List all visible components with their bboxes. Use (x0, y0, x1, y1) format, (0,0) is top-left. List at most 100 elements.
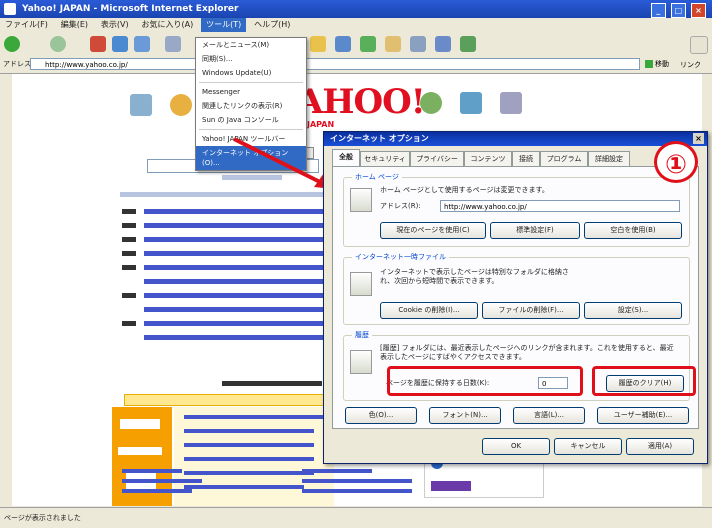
tools-menu-item[interactable]: 同期(S)... (196, 52, 306, 66)
windows-flag-icon (690, 36, 708, 54)
tab-general[interactable]: 全般 (332, 149, 360, 167)
temp-files-desc: インターネットで表示したページは特別なフォルダに格納され、次回から短時間で表示で… (380, 268, 569, 285)
link-row[interactable] (122, 302, 327, 316)
history-group-title: 履歴 (352, 330, 372, 340)
colors-button[interactable]: 色(O)... (345, 407, 417, 424)
cancel-button[interactable]: キャンセル (554, 438, 622, 455)
links-label[interactable]: リンク (680, 60, 701, 70)
home-page-icon (350, 188, 372, 212)
tools-menu-item[interactable]: 関連したリンクの表示(R) (196, 99, 306, 113)
home-address-field[interactable]: http://www.yahoo.co.jp/ (440, 200, 680, 212)
promo-tab-bar (124, 394, 336, 406)
tab-security[interactable]: セキュリティ (360, 151, 410, 167)
home-page-group: ホーム ページ ホーム ページとして使用するページは変更できます。 アドレス(R… (343, 172, 690, 247)
search-icon[interactable] (165, 36, 181, 52)
refresh-icon[interactable] (112, 36, 128, 52)
tools-menu-item[interactable]: メールとニュース(M) (196, 38, 306, 52)
temp-files-group: インターネット一時ファイル インターネットで表示したページは特別なフォルダに格納… (343, 252, 690, 325)
forward-icon[interactable] (50, 36, 66, 52)
yahoo-logo-text: AHOO! (297, 82, 426, 122)
category-icon[interactable] (500, 92, 522, 114)
category-icon[interactable] (420, 92, 442, 114)
window-title: Yahoo! JAPAN - Microsoft Internet Explor… (22, 4, 239, 14)
languages-button[interactable]: 言語(L)... (513, 407, 585, 424)
highlight-clear-history (592, 366, 696, 396)
tab-connections[interactable]: 接続 (512, 151, 540, 167)
ok-button[interactable]: OK (482, 438, 550, 455)
address-bar: アドレス(D) http://www.yahoo.co.jp/ 移動 リンク (0, 56, 712, 74)
menu-edit[interactable]: 編集(E) (56, 18, 93, 32)
history-icon (350, 350, 372, 374)
tools-menu-item[interactable]: Messenger (196, 85, 306, 99)
favorites-icon[interactable] (310, 36, 326, 52)
delete-cookies-button[interactable]: Cookie の削除(I)... (380, 302, 478, 319)
promo-text (118, 447, 162, 455)
tab-content[interactable]: コンテンツ (464, 151, 512, 167)
go-label: 移動 (655, 60, 669, 68)
use-current-button[interactable]: 現在のページを使用(C) (380, 222, 486, 239)
status-text: ページが表示されました (4, 514, 81, 522)
tab-advanced[interactable]: 詳細設定 (588, 151, 630, 167)
menu-separator (199, 82, 303, 83)
delete-files-button[interactable]: ファイルの削除(F)... (482, 302, 580, 319)
category-icon[interactable] (130, 94, 152, 116)
mail-icon[interactable] (385, 36, 401, 52)
tab-programs[interactable]: プログラム (540, 151, 588, 167)
yahoo-logo[interactable]: AHOO! (297, 82, 426, 122)
menu-help[interactable]: ヘルプ(H) (249, 18, 295, 32)
messenger-icon[interactable] (460, 36, 476, 52)
link-row[interactable] (122, 274, 327, 288)
home-page-group-title: ホーム ページ (352, 172, 402, 182)
history-icon[interactable] (360, 36, 376, 52)
category-icon[interactable] (170, 94, 192, 116)
toolbar (0, 32, 712, 57)
tools-menu-item[interactable]: Windows Update(U) (196, 66, 306, 80)
link-row[interactable] (122, 232, 327, 246)
history-desc: [履歴] フォルダには、最近表示したページへのリンクが含まれます。これを使用する… (380, 344, 674, 361)
address-input[interactable]: http://www.yahoo.co.jp/ (30, 58, 640, 70)
go-button[interactable]: 移動 (645, 58, 673, 70)
title-bar: Yahoo! JAPAN - Microsoft Internet Explor… (0, 0, 712, 18)
link-row[interactable] (122, 330, 327, 344)
accessibility-button[interactable]: ユーザー補助(E)... (597, 407, 689, 424)
fonts-button[interactable]: フォント(N)... (429, 407, 501, 424)
menu-separator (199, 129, 303, 130)
promo-text (120, 419, 160, 429)
category-icon[interactable] (460, 92, 482, 114)
menu-favorites[interactable]: お気に入り(A) (136, 18, 198, 32)
step-number-badge: ① (654, 141, 698, 183)
menu-view[interactable]: 表示(V) (96, 18, 134, 32)
yahoo-japan-text: JAPAN (307, 120, 335, 129)
link-row[interactable] (122, 246, 327, 260)
home-page-desc: ホーム ページとして使用するページは変更できます。 (380, 186, 549, 194)
maximize-button[interactable]: □ (670, 3, 686, 18)
use-blank-button[interactable]: 空白を使用(B) (584, 222, 682, 239)
tab-privacy[interactable]: プライバシー (410, 151, 464, 167)
home-icon[interactable] (134, 36, 150, 52)
menu-tools[interactable]: ツール(T) (201, 18, 247, 32)
media-icon[interactable] (335, 36, 351, 52)
tools-menu-item[interactable]: Sun の Java コンソール (196, 113, 306, 127)
link-row[interactable] (122, 204, 327, 218)
stop-icon[interactable] (90, 36, 106, 52)
ie-icon (4, 3, 16, 15)
link-row[interactable] (122, 288, 327, 302)
menu-file[interactable]: ファイル(F) (0, 18, 53, 32)
dialog-title-bar: インターネット オプション × (324, 132, 707, 146)
apply-button[interactable]: 適用(A) (626, 438, 694, 455)
promo-header-line (222, 381, 322, 386)
edit-icon[interactable] (435, 36, 451, 52)
link-row[interactable] (122, 260, 327, 274)
link-row[interactable] (122, 316, 327, 330)
temp-files-group-title: インターネット一時ファイル (352, 252, 449, 262)
temp-files-icon (350, 272, 372, 296)
link-row[interactable] (122, 218, 327, 232)
dialog-title: インターネット オプション (330, 134, 429, 143)
back-icon[interactable] (4, 36, 20, 52)
temp-settings-button[interactable]: 設定(S)... (584, 302, 682, 319)
use-default-button[interactable]: 標準設定(F) (490, 222, 580, 239)
print-icon[interactable] (410, 36, 426, 52)
close-button[interactable]: × (691, 3, 706, 18)
dialog-close-button[interactable]: × (693, 133, 704, 144)
minimize-button[interactable]: _ (650, 3, 666, 18)
